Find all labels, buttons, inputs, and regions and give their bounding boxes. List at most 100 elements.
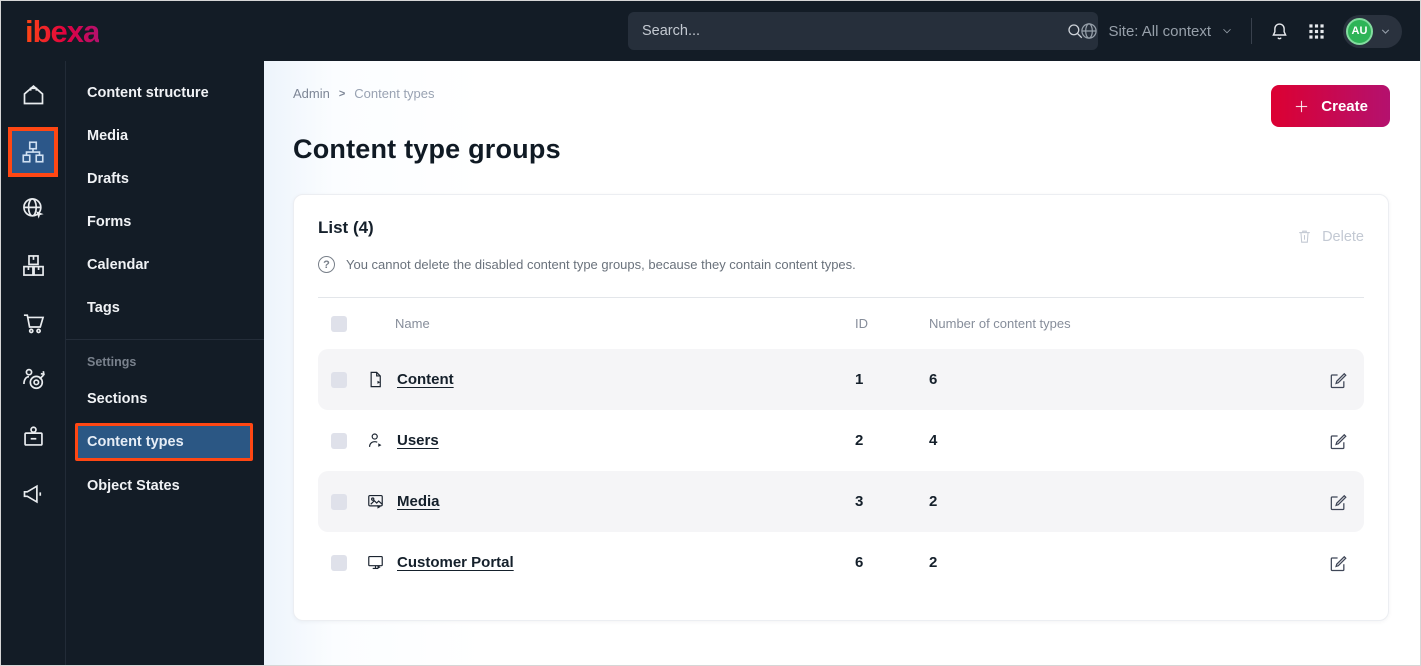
group-count: 2	[929, 493, 938, 510]
breadcrumb-separator: >	[338, 87, 346, 100]
sidebar-item-label: Media	[87, 127, 129, 144]
row-checkbox[interactable]	[331, 493, 347, 510]
breadcrumb: Admin > Content types	[293, 86, 1389, 101]
sidebar-menu: Content structure Media Drafts Forms Cal…	[66, 61, 264, 665]
home-icon	[23, 84, 43, 105]
media-image-icon	[368, 494, 383, 509]
edit-icon	[1330, 494, 1347, 510]
group-link-customer-portal[interactable]: Customer Portal	[397, 554, 514, 571]
content-hierarchy-icon	[22, 140, 44, 163]
sidebar-item-label: Object States	[87, 477, 180, 494]
content-type-groups-card: List (4) Delete ? You cannot delete the …	[293, 194, 1389, 621]
product-boxes-icon	[22, 255, 44, 276]
app-window: ibexa Site: All context AU	[0, 0, 1421, 666]
edit-icon	[1330, 372, 1347, 388]
sidebar-item-tags[interactable]: Tags	[66, 286, 264, 329]
sidebar-item-sections[interactable]: Sections	[66, 377, 264, 420]
rail-item-commerce[interactable]	[1, 294, 65, 351]
column-header-id: ID	[855, 316, 868, 331]
list-count-title: List (4)	[318, 218, 374, 237]
app-switcher-button[interactable]	[1307, 22, 1326, 41]
avatar: AU	[1346, 17, 1373, 45]
user-menu[interactable]: AU	[1343, 14, 1402, 48]
sidebar-item-media[interactable]: Media	[66, 114, 264, 157]
table-header-row: Name ID Number of content types	[318, 298, 1364, 349]
row-checkbox[interactable]	[331, 432, 347, 449]
sidebar-group-settings: Settings	[87, 355, 137, 369]
rail-item-content[interactable]	[1, 123, 65, 180]
delete-button[interactable]: Delete	[1296, 228, 1364, 245]
page-title: Content type groups	[293, 134, 561, 164]
edit-icon	[1330, 555, 1347, 571]
card-note: ? You cannot delete the disabled content…	[318, 256, 1364, 273]
help-icon: ?	[318, 256, 335, 273]
sidebar-item-label: Sections	[87, 390, 148, 407]
rail-item-campaigns[interactable]	[1, 465, 65, 522]
trash-icon	[1299, 230, 1310, 243]
delete-button-label: Delete	[1322, 228, 1364, 245]
sidebar-item-content-types[interactable]: Content types	[75, 423, 253, 461]
table-row: Customer Portal 6 2	[318, 532, 1364, 593]
active-highlight-box	[8, 126, 58, 177]
rail-item-dashboard[interactable]	[1, 66, 65, 123]
sidebar-item-calendar[interactable]: Calendar	[66, 243, 264, 286]
column-header-count: Number of content types	[929, 316, 1071, 331]
sidebar-item-drafts[interactable]: Drafts	[66, 157, 264, 200]
sidebar-item-content-structure[interactable]: Content structure	[66, 71, 264, 114]
site-context-label: Site: All context	[1108, 22, 1211, 40]
edit-group-button[interactable]	[1326, 429, 1350, 453]
group-count: 4	[929, 432, 938, 449]
users-person-icon	[368, 433, 382, 447]
group-link-media[interactable]: Media	[397, 493, 440, 510]
table-row: Media 3 2	[318, 471, 1364, 532]
breadcrumb-current: Content types	[354, 86, 435, 101]
commerce-cart-icon	[23, 314, 44, 334]
edit-group-button[interactable]	[1326, 490, 1350, 514]
group-count: 6	[929, 371, 938, 388]
global-search[interactable]	[628, 12, 1098, 50]
row-checkbox[interactable]	[331, 371, 347, 388]
rail-item-personalization[interactable]	[1, 351, 65, 408]
column-header-name: Name	[395, 316, 430, 331]
grid-icon	[1309, 23, 1324, 39]
table-row: Content 1 6	[318, 349, 1364, 410]
site-context-dropdown[interactable]: Site: All context	[1079, 21, 1234, 41]
sidebar-item-label: Forms	[87, 213, 132, 230]
row-checkbox[interactable]	[331, 554, 347, 571]
select-all-checkbox[interactable]	[331, 315, 347, 332]
sidebar-item-forms[interactable]: Forms	[66, 200, 264, 243]
globe-icon	[1081, 23, 1098, 39]
sidebar-item-label: Calendar	[87, 256, 150, 273]
megaphone-icon	[23, 484, 41, 504]
admin-badge-icon	[23, 426, 43, 446]
breadcrumb-admin[interactable]: Admin	[293, 86, 330, 101]
bell-icon	[1272, 22, 1287, 39]
group-id: 1	[855, 371, 864, 388]
content-file-icon	[370, 371, 381, 388]
site-globe-icon	[22, 198, 44, 219]
personalization-target-icon	[22, 368, 45, 390]
edit-group-button[interactable]	[1326, 551, 1350, 575]
rail-item-products[interactable]	[1, 237, 65, 294]
topbar-divider	[1251, 18, 1252, 44]
card-note-text: You cannot delete the disabled content t…	[346, 257, 856, 272]
sidebar-item-label: Drafts	[87, 170, 129, 187]
rail-item-admin[interactable]	[1, 408, 65, 465]
create-button[interactable]: Create	[1271, 85, 1390, 127]
sidebar-item-label: Content structure	[87, 84, 209, 101]
group-id: 2	[855, 432, 864, 449]
sidebar-item-label: Tags	[87, 299, 120, 316]
chevron-down-icon	[1223, 28, 1231, 34]
search-input[interactable]	[642, 23, 1066, 39]
icon-rail	[1, 61, 66, 665]
chevron-down-icon	[1381, 28, 1390, 34]
customer-portal-monitor-icon	[368, 555, 383, 570]
edit-group-button[interactable]	[1326, 368, 1350, 392]
sidebar-item-object-states[interactable]: Object States	[66, 464, 264, 507]
group-count: 2	[929, 554, 938, 571]
notifications-button[interactable]	[1269, 21, 1290, 42]
topbar-actions: Site: All context AU	[1079, 1, 1402, 61]
rail-item-site[interactable]	[1, 180, 65, 237]
group-link-users[interactable]: Users	[397, 432, 439, 449]
group-link-content[interactable]: Content	[397, 371, 454, 388]
